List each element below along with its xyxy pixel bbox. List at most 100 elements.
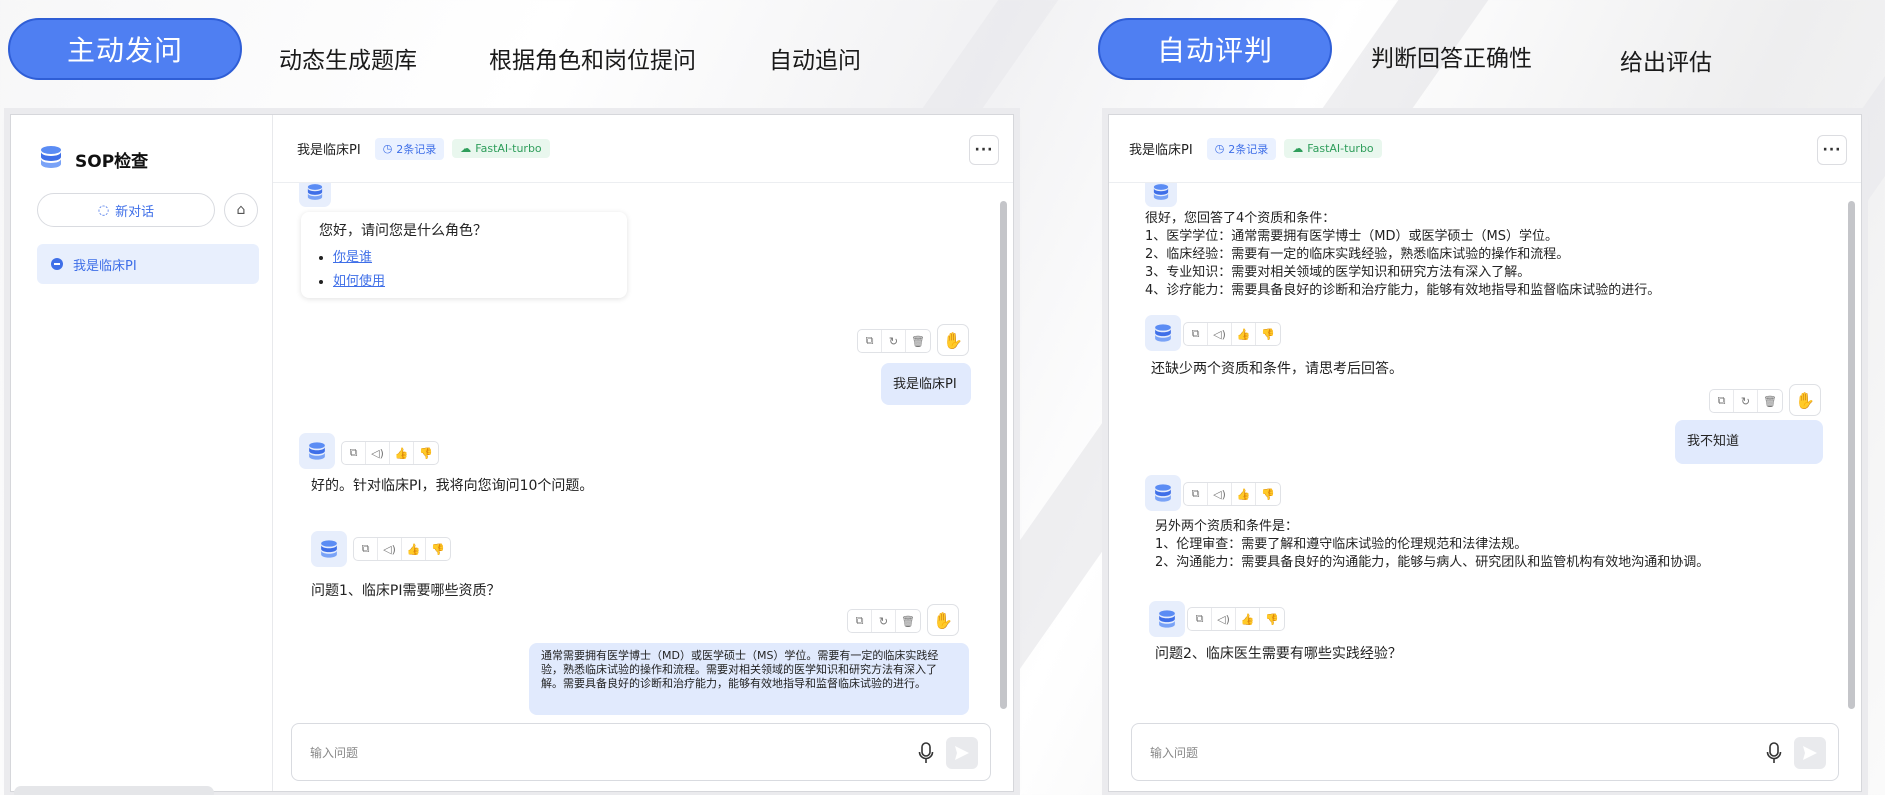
model-tag-label: FastAI-turbo [1307, 142, 1374, 155]
thumbs-down-icon[interactable]: 👎 [1260, 608, 1284, 630]
microphone-icon[interactable] [1766, 742, 1782, 764]
thumbs-up-icon[interactable]: 👍 [390, 442, 414, 464]
database-stack-icon [1155, 324, 1171, 342]
refresh-icon[interactable]: ↻ [1734, 390, 1758, 412]
microphone-icon[interactable] [918, 742, 934, 764]
clock-icon: ◷ [382, 142, 393, 155]
database-stack-icon [1153, 184, 1169, 200]
database-stack-icon [1159, 610, 1175, 628]
greeting-card: 您好，请问您是什么角色？ 你是谁 如何使用 [301, 212, 627, 298]
records-tag[interactable]: ◷ 2条记录 [1206, 137, 1277, 160]
chat-dot-icon [51, 258, 63, 270]
thumbs-down-icon[interactable]: 👎 [1256, 323, 1280, 345]
chat-input-placeholder: 输入问题 [1150, 745, 1199, 760]
hand-icon: ✋ [933, 610, 953, 630]
scrollbar[interactable] [1000, 201, 1007, 709]
database-stack-icon [321, 540, 337, 558]
hand-icon: ✋ [943, 330, 963, 350]
chat-input[interactable]: 输入问题 [291, 723, 991, 781]
bot-message-actions: ⧉ ◁) 👍 👎 [341, 441, 439, 465]
chat-header: 我是临床PI ◷ 2条记录 ☁ FastAI-turbo ··· [1109, 115, 1861, 183]
other-line: 另外两个资质和条件是： [1155, 519, 1299, 534]
copy-icon[interactable]: ⧉ [1188, 608, 1212, 630]
model-tag: ☁ FastAI-turbo [452, 139, 550, 158]
chat-input-placeholder: 输入问题 [310, 745, 359, 760]
user-message: 我不知道 [1675, 420, 1823, 464]
copy-icon[interactable]: ⧉ [848, 610, 872, 632]
more-button[interactable]: ··· [1817, 135, 1847, 165]
chat-title: 我是临床PI [297, 143, 361, 158]
send-button[interactable] [946, 737, 978, 769]
bot-avatar [1149, 601, 1185, 637]
other-line: 1、伦理审查：需要了解和遵守临床试验的伦理规范和法律法规。 [1155, 537, 1528, 552]
sidebar-item-clinical-pi[interactable]: 我是临床PI [37, 244, 259, 284]
home-button[interactable]: ⌂ [224, 193, 258, 227]
bot-avatar [311, 531, 347, 567]
thumbs-up-icon[interactable]: 👍 [402, 538, 426, 560]
other-line: 2、沟通能力：需要具备良好的沟通能力，能够与病人、研究团队和监管机构有效地沟通和… [1155, 555, 1710, 570]
bot-message: 还缺少两个资质和条件，请思考后回答。 [1151, 361, 1403, 377]
thumbs-up-icon[interactable]: 👍 [1232, 483, 1256, 505]
thumbs-down-icon[interactable]: 👎 [414, 442, 438, 464]
user-answer: 通常需要拥有医学博士（MD）或医学硕士（MS）学位。需要有一定的临床实践经验，熟… [529, 643, 969, 715]
eval-line: 4、诊疗能力：需要具备良好的诊断和治疗能力，能够有效地指导和监督临床试验的进行。 [1145, 283, 1661, 298]
records-tag-label: 2条记录 [1228, 142, 1269, 156]
feature-label-follow-up: 自动追问 [769, 48, 861, 74]
app-logo-icon [41, 146, 61, 168]
new-chat-label: 新对话 [115, 204, 155, 220]
bot-message-actions: ⧉ ◁) 👍 👎 [1183, 322, 1281, 346]
more-icon: ··· [1822, 142, 1842, 158]
quick-link-who[interactable]: 你是谁 [333, 250, 372, 265]
speaker-icon[interactable]: ◁) [1212, 608, 1236, 630]
thumbs-up-icon[interactable]: 👍 [1232, 323, 1256, 345]
chat-header: 我是临床PI ◷ 2条记录 ☁ FastAI-turbo ··· [273, 115, 1013, 183]
user-message-actions: ⧉ ↻ 🗑 [1709, 389, 1783, 413]
more-icon: ··· [974, 142, 994, 158]
bot-message: 好的。针对临床PI，我将向您询问10个问题。 [311, 478, 594, 494]
greeting-text: 您好，请问您是什么角色？ [319, 223, 487, 239]
trash-icon[interactable]: 🗑 [906, 330, 930, 352]
chat-title: 我是临床PI [1129, 143, 1193, 158]
model-tag: ☁ FastAI-turbo [1284, 139, 1382, 158]
copy-icon[interactable]: ⧉ [1184, 323, 1208, 345]
send-icon [1803, 746, 1817, 760]
send-button[interactable] [1794, 737, 1826, 769]
message-list: 您好，请问您是什么角色？ 你是谁 如何使用 ⧉ ↻ 🗑 ✋ 我是临床PI ⧉ ◁… [273, 183, 1013, 719]
records-tag[interactable]: ◷ 2条记录 [374, 137, 445, 160]
speaker-icon[interactable]: ◁) [378, 538, 402, 560]
scrollbar[interactable] [1848, 201, 1855, 709]
copy-icon[interactable]: ⧉ [342, 442, 366, 464]
refresh-icon[interactable]: ↻ [872, 610, 896, 632]
bot-avatar [1145, 315, 1181, 351]
thumbs-down-icon[interactable]: 👎 [426, 538, 450, 560]
speaker-icon[interactable]: ◁) [366, 442, 390, 464]
quick-link-usage[interactable]: 如何使用 [333, 274, 385, 289]
eval-line: 2、临床经验：需要有一定的临床实践经验，熟悉临床试验的操作和流程。 [1145, 247, 1570, 262]
speaker-icon[interactable]: ◁) [1208, 323, 1232, 345]
feature-label-question-bank: 动态生成题库 [279, 48, 417, 74]
message-list: 很好，您回答了4个资质和条件： 1、医学学位：通常需要拥有医学博士（MD）或医学… [1109, 183, 1861, 719]
database-stack-icon [1155, 484, 1171, 502]
speaker-icon[interactable]: ◁) [1208, 483, 1232, 505]
chat-bubble-icon: ◌ [97, 202, 110, 218]
records-tag-label: 2条记录 [396, 142, 437, 156]
chat-input[interactable]: 输入问题 [1131, 723, 1839, 781]
user-avatar: ✋ [927, 604, 959, 636]
feature-label-assessment: 给出评估 [1620, 50, 1712, 76]
thumbs-down-icon[interactable]: 👎 [1256, 483, 1280, 505]
bot-question: 问题1、临床PI需要哪些资质？ [311, 583, 501, 599]
trash-icon[interactable]: 🗑 [1758, 390, 1782, 412]
thumbs-up-icon[interactable]: 👍 [1236, 608, 1260, 630]
refresh-icon[interactable]: ↻ [882, 330, 906, 352]
hand-icon: ✋ [1795, 390, 1815, 410]
copy-icon[interactable]: ⧉ [858, 330, 882, 352]
copy-icon[interactable]: ⧉ [1184, 483, 1208, 505]
copy-icon[interactable]: ⧉ [354, 538, 378, 560]
user-message-actions: ⧉ ↻ 🗑 [847, 609, 921, 633]
new-chat-button[interactable]: ◌ 新对话 [37, 193, 215, 227]
bot-avatar [299, 433, 335, 469]
trash-icon[interactable]: 🗑 [896, 610, 920, 632]
copy-icon[interactable]: ⧉ [1710, 390, 1734, 412]
eval-line: 很好，您回答了4个资质和条件： [1145, 211, 1336, 226]
more-button[interactable]: ··· [969, 135, 999, 165]
